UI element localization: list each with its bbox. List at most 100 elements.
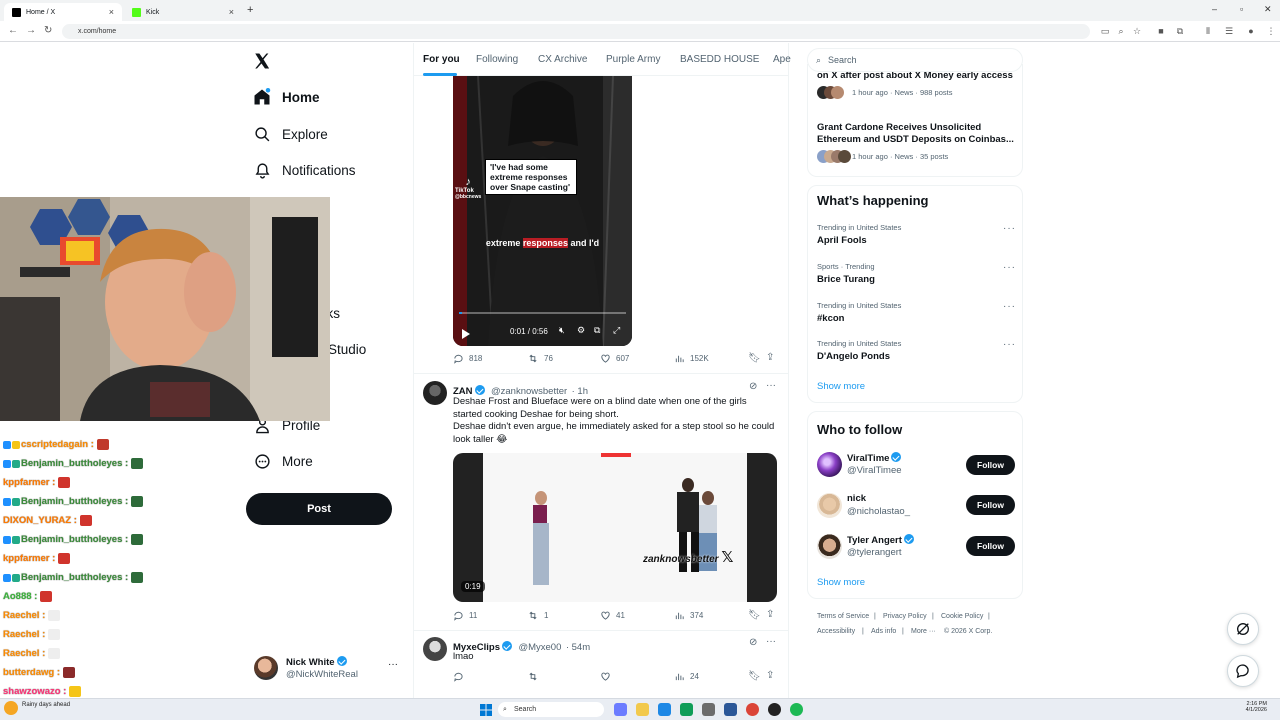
tab-purple-army[interactable]: Purple Army [606, 54, 660, 65]
tab-for-you[interactable]: For you [423, 54, 460, 65]
bookmark-icon[interactable]: 🔖︎ [748, 671, 761, 682]
trend-more-icon[interactable]: ··· [1003, 262, 1016, 273]
windows-start-icon[interactable] [480, 703, 492, 716]
account-switcher[interactable]: Nick White @NickWhiteReal ··· [254, 655, 398, 685]
nav-explore[interactable]: Explore [252, 124, 328, 144]
follow-button[interactable]: Follow [966, 495, 1015, 515]
views-button[interactable]: 152K [674, 353, 709, 364]
app-icon[interactable] [724, 703, 737, 716]
footer-link[interactable]: Privacy Policy [883, 613, 927, 620]
share-icon[interactable]: ⇪ [766, 352, 774, 363]
nav-home[interactable]: Home [252, 87, 320, 107]
tab-ape[interactable]: Ape [773, 54, 791, 65]
settings-icon[interactable]: ⚙︎ [577, 325, 585, 336]
trend-more-icon[interactable]: ··· [1003, 339, 1016, 350]
trend-more-icon[interactable]: ··· [1003, 223, 1016, 234]
tab-following[interactable]: Following [476, 54, 518, 65]
grok-icon[interactable]: ⊘ [749, 381, 757, 392]
taskbar-clock[interactable]: 2:16 PM 4/1/2026 [1233, 701, 1267, 713]
back-icon[interactable]: ← [8, 25, 18, 36]
tab-home-x[interactable]: Home / X × [4, 3, 122, 21]
messages-button[interactable] [1227, 655, 1259, 687]
avatar[interactable] [423, 637, 447, 661]
avatar[interactable] [817, 452, 842, 477]
follow-button[interactable]: Follow [966, 536, 1015, 556]
favorites-icon[interactable]: ☰ [1224, 26, 1234, 36]
close-tab-icon[interactable]: × [229, 7, 234, 17]
store-icon[interactable] [658, 703, 671, 716]
share-icon[interactable]: ⇪ [766, 670, 774, 681]
weather-icon[interactable] [4, 701, 18, 715]
repost-button[interactable]: 1 [527, 610, 548, 621]
video-player[interactable]: 'I've had some extreme responses over Sn… [453, 76, 632, 346]
new-tab-icon[interactable]: + [247, 4, 253, 16]
zoom-icon[interactable]: ⌕ [1116, 26, 1126, 36]
tab-cx-archive[interactable]: CX Archive [538, 54, 587, 65]
profile-icon[interactable]: ● [1246, 26, 1256, 36]
tab-kick[interactable]: Kick × [124, 3, 242, 21]
like-button[interactable]: 41 [600, 610, 625, 621]
avatar[interactable] [817, 493, 842, 518]
reload-icon[interactable]: ↻ [44, 25, 52, 36]
edge-icon[interactable] [680, 703, 693, 716]
obs-icon[interactable] [768, 703, 781, 716]
bookmark-star-icon[interactable]: ☆ [1132, 26, 1142, 36]
pip-icon[interactable]: ⧉ [594, 325, 600, 336]
close-tab-icon[interactable]: × [109, 7, 114, 17]
mute-icon[interactable]: 🔇︎ [559, 325, 565, 336]
trend-name[interactable]: April Fools [817, 235, 867, 246]
video-progress-track[interactable] [459, 312, 626, 314]
puzzle-icon[interactable]: ⧉ [1175, 26, 1185, 36]
play-icon[interactable] [461, 326, 471, 339]
url-field[interactable]: x.com/home [62, 24, 1090, 39]
bookmark-icon[interactable]: 🔖︎ [748, 610, 761, 621]
grok-button[interactable] [1227, 613, 1259, 645]
nav-creator-studio-partial[interactable]: Studio [328, 342, 366, 357]
views-button[interactable]: 24 [674, 671, 699, 682]
weather-text[interactable]: Rainy days ahead [22, 702, 70, 708]
file-explorer-icon[interactable] [636, 703, 649, 716]
forward-icon[interactable]: → [26, 25, 36, 36]
chrome-icon[interactable] [746, 703, 759, 716]
reply-button[interactable] [453, 671, 469, 682]
like-button[interactable]: 607 [600, 353, 629, 364]
avatar[interactable] [817, 534, 842, 559]
app-icon[interactable] [702, 703, 715, 716]
tweet-more-icon[interactable]: ··· [766, 380, 776, 391]
trend-more-icon[interactable]: ··· [1003, 301, 1016, 312]
footer-link[interactable]: Accessibility [817, 628, 855, 635]
trend-name[interactable]: Brice Turang [817, 274, 875, 285]
avatar[interactable] [423, 381, 447, 405]
trend-name[interactable]: #kcon [817, 313, 844, 324]
menu-dots-icon[interactable]: ⋮ [1266, 26, 1276, 36]
like-button[interactable] [600, 671, 616, 682]
reply-button[interactable]: 818 [453, 353, 482, 364]
footer-link[interactable]: Terms of Service [817, 613, 869, 620]
views-button[interactable]: 374 [674, 610, 703, 621]
x-logo-icon[interactable] [253, 52, 271, 70]
tweet-more-icon[interactable]: ··· [766, 636, 776, 647]
suggestion-name[interactable]: Tyler Angert [847, 535, 902, 546]
account-more-icon[interactable]: ··· [388, 659, 398, 670]
suggestion-name[interactable]: nick [847, 493, 866, 504]
footer-link[interactable]: More ··· [911, 628, 936, 635]
show-more-link[interactable]: Show more [817, 577, 865, 588]
repost-button[interactable] [527, 671, 544, 682]
repost-button[interactable]: 76 [527, 353, 553, 364]
grok-icon[interactable]: ⊘ [749, 637, 757, 648]
tweet-video[interactable]: zanknowsbetter 𝕏 0:19 [453, 453, 777, 602]
search-input[interactable]: ⌕ Search [807, 48, 1023, 72]
share-icon[interactable]: ⇪ [766, 609, 774, 620]
follow-button[interactable]: Follow [966, 455, 1015, 475]
nav-notifications[interactable]: Notifications [252, 160, 356, 180]
fullscreen-icon[interactable]: ⤢ [613, 325, 620, 336]
copilot-icon[interactable] [614, 703, 627, 716]
show-more-link[interactable]: Show more [817, 381, 865, 392]
tab-basedd-house[interactable]: BASEDD HOUSE [680, 54, 759, 65]
nav-more[interactable]: More [252, 451, 313, 471]
split-view-icon[interactable]: ⫴ [1203, 26, 1213, 36]
close-window-icon[interactable]: ✕ [1264, 4, 1272, 15]
maximize-icon[interactable]: ▫ [1240, 4, 1243, 14]
taskbar-search[interactable]: ⌕ Search [498, 702, 604, 717]
reply-button[interactable]: 11 [453, 610, 477, 621]
